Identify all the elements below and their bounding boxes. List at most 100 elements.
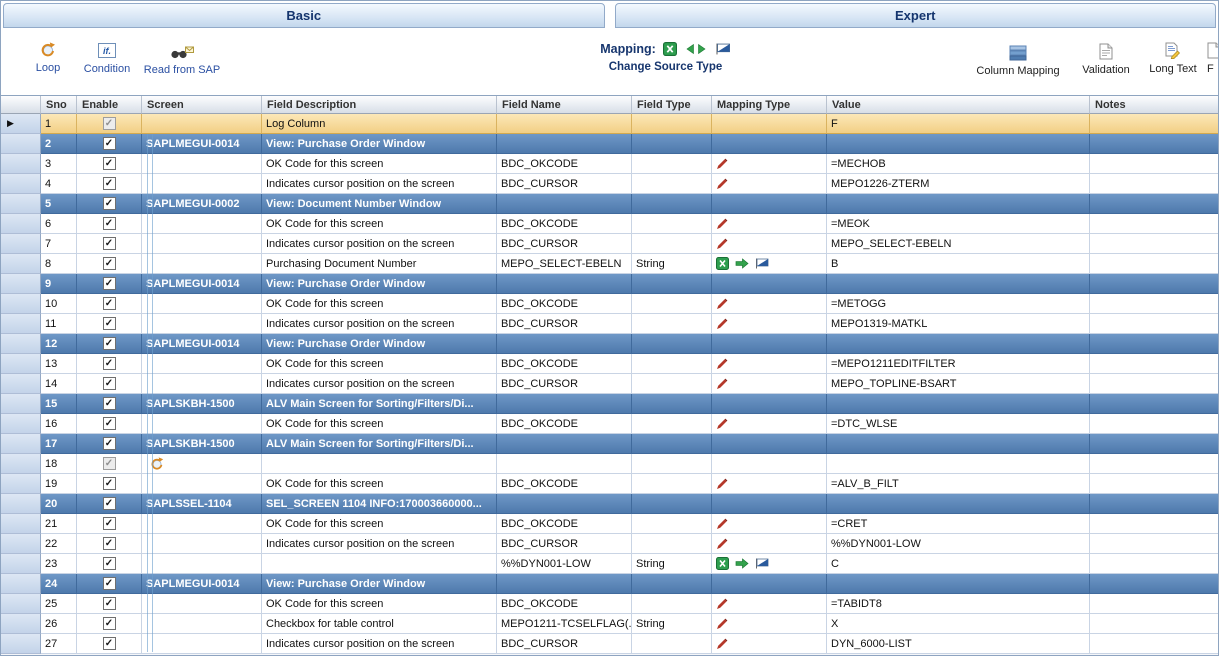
screen-cell[interactable]: [142, 454, 262, 474]
sno-cell[interactable]: 8: [41, 254, 77, 274]
mapping-type-cell[interactable]: [712, 314, 827, 334]
notes-cell[interactable]: [1090, 574, 1219, 594]
field-name-cell[interactable]: BDC_CURSOR: [497, 634, 632, 654]
mapping-type-cell[interactable]: [712, 354, 827, 374]
enable-checkbox[interactable]: ✓: [103, 497, 116, 510]
tab-basic[interactable]: Basic: [3, 3, 605, 28]
field-type-cell[interactable]: [632, 354, 712, 374]
row-selector[interactable]: [1, 274, 41, 294]
notes-cell[interactable]: [1090, 174, 1219, 194]
notes-cell[interactable]: [1090, 594, 1219, 614]
row-selector[interactable]: [1, 574, 41, 594]
field-description-cell[interactable]: Purchasing Document Number: [262, 254, 497, 274]
mapping-type-cell[interactable]: [712, 374, 827, 394]
field-description-cell[interactable]: Indicates cursor position on the screen: [262, 374, 497, 394]
sno-cell[interactable]: 2: [41, 134, 77, 154]
mapping-type-cell[interactable]: [712, 434, 827, 454]
sno-cell[interactable]: 24: [41, 574, 77, 594]
mapping-type-cell[interactable]: [712, 514, 827, 534]
sno-cell[interactable]: 26: [41, 614, 77, 634]
screen-cell[interactable]: [142, 474, 262, 494]
value-cell[interactable]: MEPO1319-MATKL: [827, 314, 1090, 334]
value-cell[interactable]: [827, 574, 1090, 594]
mapping-type-cell[interactable]: [712, 634, 827, 654]
row-selector[interactable]: [1, 614, 41, 634]
row-selector[interactable]: [1, 434, 41, 454]
row-selector[interactable]: [1, 134, 41, 154]
mapping-type-cell[interactable]: [712, 234, 827, 254]
condition-button[interactable]: if. Condition: [79, 42, 135, 75]
field-type-cell[interactable]: [632, 474, 712, 494]
field-description-cell[interactable]: Log Column: [262, 114, 497, 134]
clipped-toolbar-button[interactable]: F: [1207, 42, 1219, 75]
field-name-cell[interactable]: [497, 494, 632, 514]
mapping-type-cell[interactable]: [712, 594, 827, 614]
field-name-cell[interactable]: BDC_OKCODE: [497, 594, 632, 614]
sno-cell[interactable]: 15: [41, 394, 77, 414]
field-description-cell[interactable]: Indicates cursor position on the screen: [262, 314, 497, 334]
field-description-cell[interactable]: OK Code for this screen: [262, 354, 497, 374]
screen-cell[interactable]: [142, 294, 262, 314]
screen-cell[interactable]: [142, 114, 262, 134]
value-cell[interactable]: =METOGG: [827, 294, 1090, 314]
screen-cell[interactable]: [142, 314, 262, 334]
screen-cell[interactable]: SAPLSKBH-1500: [142, 394, 262, 414]
screen-cell[interactable]: [142, 514, 262, 534]
value-cell[interactable]: [827, 194, 1090, 214]
field-name-cell[interactable]: %%DYN001-LOW: [497, 554, 632, 574]
row-selector[interactable]: [1, 154, 41, 174]
mapping-type-cell[interactable]: [712, 334, 827, 354]
mapping-type-cell[interactable]: [712, 474, 827, 494]
notes-cell[interactable]: [1090, 194, 1219, 214]
column-mapping-button[interactable]: Column Mapping: [973, 44, 1063, 77]
screen-cell[interactable]: [142, 534, 262, 554]
value-cell[interactable]: F: [827, 114, 1090, 134]
notes-cell[interactable]: [1090, 434, 1219, 454]
value-cell[interactable]: [827, 334, 1090, 354]
field-type-cell[interactable]: [632, 454, 712, 474]
field-description-cell[interactable]: OK Code for this screen: [262, 594, 497, 614]
screen-cell[interactable]: [142, 214, 262, 234]
screen-cell[interactable]: SAPLMEGUI-0014: [142, 334, 262, 354]
value-cell[interactable]: =MEPO1211EDITFILTER: [827, 354, 1090, 374]
field-name-cell[interactable]: BDC_CURSOR: [497, 534, 632, 554]
field-name-cell[interactable]: BDC_OKCODE: [497, 214, 632, 234]
screen-cell[interactable]: [142, 354, 262, 374]
field-name-cell[interactable]: [497, 454, 632, 474]
value-cell[interactable]: [827, 454, 1090, 474]
grid-corner-header[interactable]: [1, 96, 41, 114]
row-selector[interactable]: [1, 354, 41, 374]
sno-cell[interactable]: 10: [41, 294, 77, 314]
sno-cell[interactable]: 21: [41, 514, 77, 534]
field-type-cell[interactable]: [632, 334, 712, 354]
row-selector[interactable]: [1, 374, 41, 394]
value-cell[interactable]: =TABIDT8: [827, 594, 1090, 614]
long-text-button[interactable]: Long Text: [1145, 42, 1201, 75]
flag-icon[interactable]: [715, 43, 731, 55]
row-selector[interactable]: [1, 474, 41, 494]
value-cell[interactable]: =ALV_B_FILT: [827, 474, 1090, 494]
row-selector[interactable]: [1, 314, 41, 334]
field-name-cell[interactable]: [497, 434, 632, 454]
row-selector[interactable]: [1, 174, 41, 194]
field-description-cell[interactable]: View: Document Number Window: [262, 194, 497, 214]
value-cell[interactable]: [827, 274, 1090, 294]
column-header-sno[interactable]: Sno: [41, 96, 77, 114]
sno-cell[interactable]: 5: [41, 194, 77, 214]
field-type-cell[interactable]: String: [632, 554, 712, 574]
enable-checkbox[interactable]: ✓: [103, 217, 116, 230]
notes-cell[interactable]: [1090, 294, 1219, 314]
notes-cell[interactable]: [1090, 514, 1219, 534]
value-cell[interactable]: DYN_6000-LIST: [827, 634, 1090, 654]
field-description-cell[interactable]: SEL_SCREEN 1104 INFO:170003660000...: [262, 494, 497, 514]
loop-button[interactable]: Loop: [27, 41, 69, 74]
field-type-cell[interactable]: [632, 494, 712, 514]
column-header-field-name[interactable]: Field Name: [497, 96, 632, 114]
field-description-cell[interactable]: OK Code for this screen: [262, 154, 497, 174]
enable-checkbox[interactable]: ✓: [103, 277, 116, 290]
enable-checkbox[interactable]: ✓: [103, 577, 116, 590]
value-cell[interactable]: =CRET: [827, 514, 1090, 534]
mapping-type-cell[interactable]: [712, 134, 827, 154]
enable-checkbox[interactable]: ✓: [103, 617, 116, 630]
field-description-cell[interactable]: View: Purchase Order Window: [262, 574, 497, 594]
